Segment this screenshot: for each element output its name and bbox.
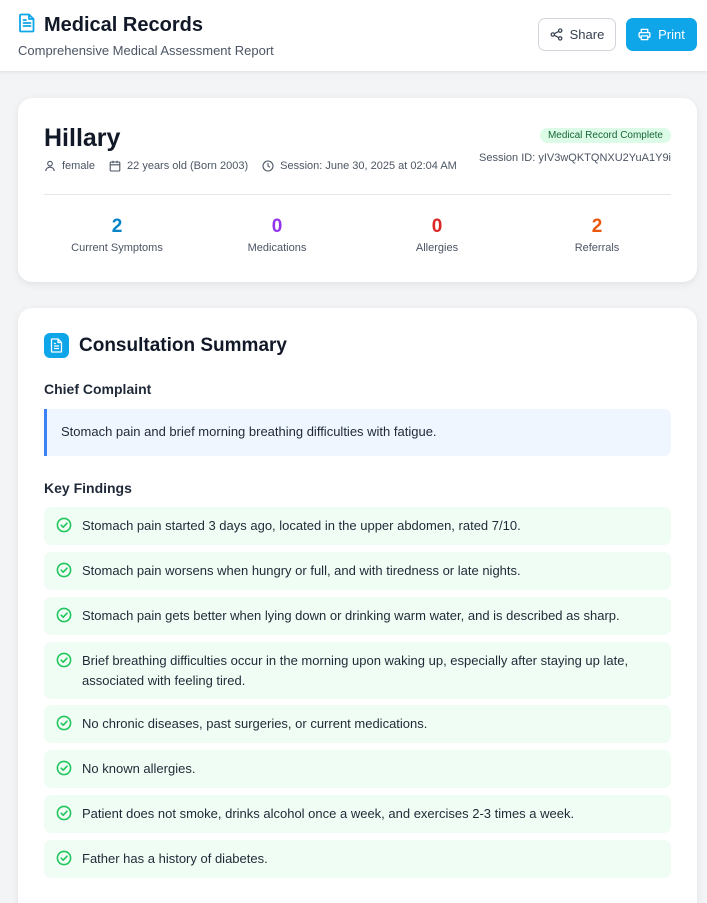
stat-label: Referrals: [574, 242, 620, 254]
check-circle-icon: [56, 760, 72, 776]
patient-name: Hillary: [44, 124, 121, 152]
gender-item: female: [44, 160, 95, 172]
patient-card: Hillary female 22 years old (Born 2003) …: [18, 98, 697, 282]
finding-text: Stomach pain gets better when lying down…: [82, 608, 620, 623]
finding-item: Patient does not smoke, drinks alcohol o…: [44, 795, 671, 833]
finding-item: No chronic diseases, past surgeries, or …: [44, 705, 671, 743]
app-title: Medical Records: [44, 14, 203, 36]
user-icon: [45, 160, 55, 172]
status-badge: Medical Record Complete: [539, 128, 671, 143]
stat-label: Current Symptoms: [71, 242, 163, 254]
key-findings-heading: Key Findings: [44, 480, 132, 496]
divider: [44, 194, 671, 195]
stat-label: Allergies: [415, 242, 459, 254]
finding-item: Father has a history of diabetes.: [44, 840, 671, 878]
check-circle-icon: [56, 562, 72, 578]
check-circle-icon: [56, 850, 72, 866]
finding-item: Stomach pain worsens when hungry or full…: [44, 552, 671, 590]
finding-item: Stomach pain gets better when lying down…: [44, 597, 671, 635]
stat-value: 0: [271, 216, 283, 237]
stat-current-symptoms: 2 Current Symptoms: [37, 216, 197, 254]
session-item: Session: June 30, 2025 at 02:04 AM: [262, 160, 457, 172]
finding-text: Stomach pain started 3 days ago, located…: [82, 518, 521, 533]
section-header: Consultation Summary: [44, 333, 287, 358]
check-circle-icon: [56, 652, 72, 668]
app-title-row: Medical Records: [18, 13, 203, 38]
check-circle-icon: [56, 517, 72, 533]
patient-meta: female 22 years old (Born 2003) Session:…: [44, 160, 471, 172]
age-text: 22 years old (Born 2003): [127, 160, 249, 172]
gender-text: female: [62, 160, 96, 172]
stat-value: 0: [431, 216, 443, 237]
finding-text: Brief breathing difficulties occur in th…: [82, 653, 629, 688]
finding-text: No chronic diseases, past surgeries, or …: [82, 716, 428, 731]
share-button[interactable]: Share: [538, 18, 616, 51]
stat-label: Medications: [247, 242, 307, 254]
top-bar: Medical Records Comprehensive Medical As…: [0, 0, 707, 72]
share-label: Share: [569, 27, 605, 42]
stat-value: 2: [591, 216, 603, 237]
clock-icon: [262, 160, 274, 172]
consultation-summary-card: Consultation Summary Chief Complaint Sto…: [18, 308, 697, 903]
document-icon: [18, 13, 36, 38]
section-title: Consultation Summary: [79, 334, 287, 356]
check-circle-icon: [56, 715, 72, 731]
stat-medications: 0 Medications: [197, 216, 357, 254]
finding-text: Stomach pain worsens when hungry or full…: [82, 563, 521, 578]
session-id: Session ID: yIV3wQKTQNXU2YuA1Y9i: [479, 152, 671, 164]
finding-item: Brief breathing difficulties occur in th…: [44, 642, 671, 699]
finding-text: No known allergies.: [82, 761, 196, 776]
stat-allergies: 0 Allergies: [357, 216, 517, 254]
session-text: Session: June 30, 2025 at 02:04 AM: [280, 160, 457, 172]
check-circle-icon: [56, 607, 72, 623]
share-icon: [550, 28, 563, 41]
app-subtitle: Comprehensive Medical Assessment Report: [18, 43, 274, 58]
finding-text: Patient does not smoke, drinks alcohol o…: [82, 806, 575, 821]
check-circle-icon: [56, 805, 72, 821]
print-label: Print: [658, 27, 685, 42]
calendar-icon: [109, 160, 121, 172]
stat-referrals: 2 Referrals: [517, 216, 677, 254]
printer-icon: [638, 28, 651, 41]
document-icon: [44, 333, 69, 358]
finding-text: Father has a history of diabetes.: [82, 851, 268, 866]
chief-complaint-box: Stomach pain and brief morning breathing…: [44, 409, 671, 456]
age-item: 22 years old (Born 2003): [109, 160, 248, 172]
stat-value: 2: [111, 216, 123, 237]
finding-item: No known allergies.: [44, 750, 671, 788]
finding-item: Stomach pain started 3 days ago, located…: [44, 507, 671, 545]
chief-complaint-heading: Chief Complaint: [44, 381, 152, 397]
print-button[interactable]: Print: [626, 18, 697, 51]
